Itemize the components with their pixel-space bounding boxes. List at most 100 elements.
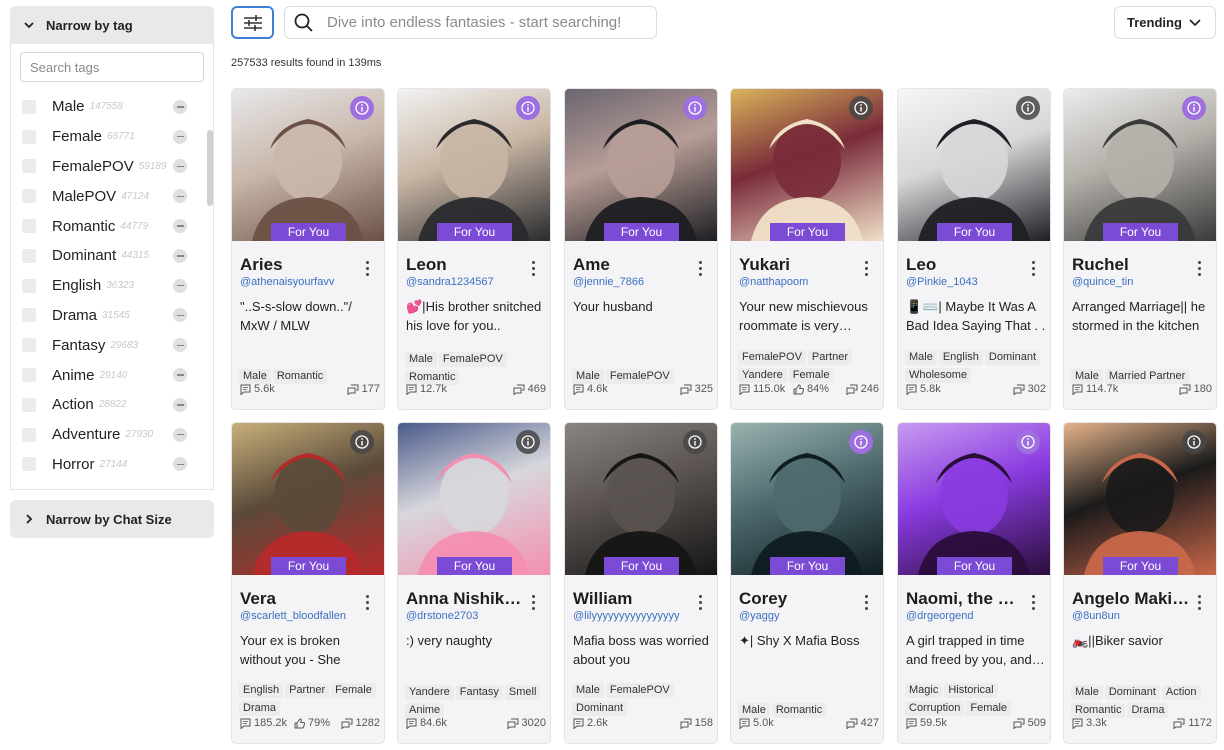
tag-list-scrollbar[interactable] xyxy=(207,130,213,206)
card-tag[interactable]: Male xyxy=(1071,369,1103,384)
card-tag[interactable]: Yandere xyxy=(738,368,787,383)
info-button[interactable] xyxy=(849,430,873,454)
tag-panel-header[interactable]: Narrow by tag xyxy=(10,6,214,44)
more-options-icon[interactable] xyxy=(1030,261,1036,277)
info-button[interactable] xyxy=(1182,96,1206,120)
sort-dropdown[interactable]: Trending xyxy=(1114,6,1216,39)
tag-row[interactable]: Female 66771 xyxy=(11,122,207,152)
more-options-icon[interactable] xyxy=(364,595,370,611)
character-avatar[interactable]: For You xyxy=(565,423,717,575)
creator-handle[interactable]: @natthapoom xyxy=(739,276,879,288)
tag-row[interactable]: Horror 27144 xyxy=(11,450,207,480)
card-tag[interactable]: Corruption xyxy=(905,701,965,716)
character-avatar[interactable]: For You xyxy=(1064,89,1216,241)
tag-checkbox[interactable] xyxy=(22,457,36,472)
more-options-icon[interactable] xyxy=(364,261,370,277)
card-tag[interactable]: Romantic xyxy=(272,369,328,384)
tag-checkbox[interactable] xyxy=(22,368,36,383)
tag-row[interactable]: Fantasy 29683 xyxy=(11,330,207,360)
character-avatar[interactable]: For You xyxy=(565,89,717,241)
tag-checkbox[interactable] xyxy=(22,278,36,293)
card-tag[interactable]: Action xyxy=(1161,685,1201,700)
tag-checkbox[interactable] xyxy=(22,99,36,114)
tag-checkbox[interactable] xyxy=(22,308,36,323)
tag-checkbox[interactable] xyxy=(22,219,36,234)
card-tag[interactable]: Male xyxy=(1071,685,1103,700)
info-button[interactable] xyxy=(1182,430,1206,454)
more-options-icon[interactable] xyxy=(863,261,869,277)
info-button[interactable] xyxy=(516,430,540,454)
character-avatar[interactable]: For You xyxy=(398,89,550,241)
exclude-tag-icon[interactable] xyxy=(173,457,187,472)
creator-handle[interactable]: @jennie_7866 xyxy=(573,276,713,288)
card-tag[interactable]: Historical xyxy=(944,683,998,698)
character-avatar[interactable]: For You xyxy=(898,423,1050,575)
character-avatar[interactable]: For You xyxy=(731,89,883,241)
more-options-icon[interactable] xyxy=(1196,261,1202,277)
card-tag[interactable]: FemalePOV xyxy=(438,352,507,367)
character-card[interactable]: For You Vera @scarlett_bloodfallen Your ex … xyxy=(231,422,385,744)
tag-row[interactable]: Anime 29140 xyxy=(11,360,207,390)
card-tag[interactable]: Drama xyxy=(239,701,281,716)
creator-handle[interactable]: @sandra1234567 xyxy=(406,276,546,288)
card-tag[interactable]: Male xyxy=(239,369,271,384)
creator-handle[interactable]: @drstone2703 xyxy=(406,610,546,622)
card-tag[interactable]: Magic xyxy=(905,683,943,698)
tag-checkbox[interactable] xyxy=(22,129,36,144)
creator-handle[interactable]: @quince_tin xyxy=(1072,276,1212,288)
exclude-tag-icon[interactable] xyxy=(173,397,187,412)
card-tag[interactable]: Romantic xyxy=(771,703,827,718)
card-tag[interactable]: Yandere xyxy=(405,685,454,700)
card-tag[interactable]: Male xyxy=(572,683,604,698)
creator-handle[interactable]: @8un8un xyxy=(1072,610,1212,622)
character-card[interactable]: For You Leo @Pinkie_1043 📱⌨️| Maybe It Was … xyxy=(897,88,1051,410)
more-options-icon[interactable] xyxy=(530,595,536,611)
tag-checkbox[interactable] xyxy=(22,397,36,412)
card-tag[interactable]: Anime xyxy=(405,703,445,718)
character-card[interactable]: For You Anna Nishikinomiya @drstone2703:) … xyxy=(397,422,551,744)
character-card[interactable]: For You Leon @sandra1234567 💕|His brother s… xyxy=(397,88,551,410)
card-tag[interactable]: Drama xyxy=(1127,703,1169,718)
tag-row[interactable]: Adventure 27930 xyxy=(11,420,207,450)
tag-search-input[interactable] xyxy=(20,52,204,82)
info-button[interactable] xyxy=(350,430,374,454)
card-tag[interactable]: FemalePOV xyxy=(605,369,674,384)
tag-row[interactable]: Male 147558 xyxy=(11,92,207,122)
tag-checkbox[interactable] xyxy=(22,248,36,263)
info-button[interactable] xyxy=(849,96,873,120)
creator-handle[interactable]: @athenaisyourfavv xyxy=(240,276,380,288)
exclude-tag-icon[interactable] xyxy=(173,129,187,144)
card-tag[interactable]: FemalePOV xyxy=(605,683,674,698)
card-tag[interactable]: Romantic xyxy=(1071,703,1126,718)
character-card[interactable]: For You Aries @athenaisyourfavv "..S-s-slow… xyxy=(231,88,385,410)
card-tag[interactable]: Male xyxy=(572,369,604,384)
exclude-tag-icon[interactable] xyxy=(173,248,187,263)
exclude-tag-icon[interactable] xyxy=(173,159,187,174)
exclude-tag-icon[interactable] xyxy=(173,427,187,442)
more-options-icon[interactable] xyxy=(697,261,703,277)
card-tag[interactable]: Partner xyxy=(285,683,330,698)
card-tag[interactable]: FemalePOV xyxy=(738,350,806,365)
tag-row[interactable]: FemalePOV 59189 xyxy=(11,152,207,182)
card-tag[interactable]: English xyxy=(239,683,284,698)
tag-checkbox[interactable] xyxy=(22,338,36,353)
card-tag[interactable]: Wholesome xyxy=(905,368,972,383)
tag-checkbox[interactable] xyxy=(22,189,36,204)
character-avatar[interactable]: For You xyxy=(398,423,550,575)
character-card[interactable]: For You Ame @jennie_7866 Your husband Male Fe… xyxy=(564,88,718,410)
info-button[interactable] xyxy=(1016,96,1040,120)
card-tag[interactable]: Dominant xyxy=(1104,685,1160,700)
tag-row[interactable]: English 36323 xyxy=(11,271,207,301)
creator-handle[interactable]: @lilyyyyyyyyyyyyyyyy xyxy=(573,610,713,622)
card-tag[interactable]: Dominant xyxy=(984,350,1040,365)
character-card[interactable]: For You Yukari @natthapoom Your new mischie… xyxy=(730,88,884,410)
info-button[interactable] xyxy=(683,96,707,120)
creator-handle[interactable]: @drgeorgend xyxy=(906,610,1046,622)
exclude-tag-icon[interactable] xyxy=(173,278,187,293)
more-options-icon[interactable] xyxy=(863,595,869,611)
info-button[interactable] xyxy=(1016,430,1040,454)
creator-handle[interactable]: @scarlett_bloodfallen xyxy=(240,610,380,622)
card-tag[interactable]: Smell xyxy=(504,685,541,700)
card-tag[interactable]: Female xyxy=(788,368,834,383)
exclude-tag-icon[interactable] xyxy=(173,219,187,234)
